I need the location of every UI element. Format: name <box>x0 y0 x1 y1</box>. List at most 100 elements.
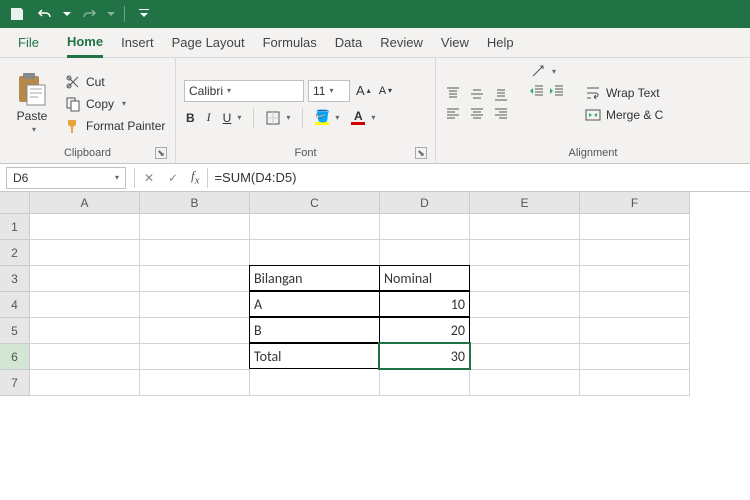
cell[interactable] <box>470 370 580 396</box>
clipboard-launcher-icon[interactable]: ⬊ <box>155 147 167 159</box>
font-color-button[interactable]: A▾ <box>349 109 377 126</box>
cell[interactable] <box>380 240 470 266</box>
align-right-icon[interactable] <box>492 105 510 123</box>
borders-button[interactable]: ▾ <box>264 110 292 126</box>
cell[interactable]: B <box>249 317 380 343</box>
cell[interactable] <box>30 318 140 344</box>
orientation-button[interactable]: ▾ <box>528 62 566 80</box>
align-center-icon[interactable] <box>468 105 486 123</box>
cell[interactable]: Nominal <box>379 265 470 291</box>
tab-formulas[interactable]: Formulas <box>263 31 317 54</box>
font-launcher-icon[interactable]: ⬊ <box>415 147 427 159</box>
cell[interactable] <box>140 240 250 266</box>
merge-center-button[interactable]: Merge & C <box>584 106 663 124</box>
cell[interactable] <box>30 370 140 396</box>
increase-indent-icon[interactable] <box>548 82 566 100</box>
fill-color-button[interactable]: 🪣▾ <box>313 109 341 126</box>
tab-view[interactable]: View <box>441 31 469 54</box>
enter-formula-icon[interactable]: ✓ <box>161 171 185 185</box>
cell[interactable] <box>580 292 690 318</box>
cell[interactable] <box>140 344 250 370</box>
bold-button[interactable]: B <box>184 110 197 126</box>
italic-button[interactable]: I <box>205 109 213 126</box>
save-icon[interactable] <box>6 3 28 25</box>
undo-dropdown-icon[interactable] <box>62 3 72 25</box>
decrease-font-icon[interactable]: A▾ <box>377 84 394 98</box>
cell[interactable]: Bilangan <box>249 265 380 291</box>
align-left-icon[interactable] <box>444 105 462 123</box>
qat-customize-icon[interactable] <box>133 3 155 25</box>
tab-home[interactable]: Home <box>67 30 103 58</box>
underline-button[interactable]: U▾ <box>221 110 244 126</box>
cell[interactable] <box>30 240 140 266</box>
spreadsheet-grid[interactable]: A B C D E F 1 2 3 BilanganNominal 4 A10 … <box>0 192 750 396</box>
cell[interactable] <box>580 370 690 396</box>
cancel-formula-icon[interactable]: ✕ <box>137 171 161 185</box>
cut-button[interactable]: Cut <box>64 73 165 91</box>
col-header[interactable]: E <box>470 192 580 214</box>
cell[interactable] <box>470 292 580 318</box>
wrap-text-button[interactable]: Wrap Text <box>584 84 663 102</box>
increase-font-icon[interactable]: A▴ <box>354 82 373 99</box>
tab-data[interactable]: Data <box>335 31 362 54</box>
formula-input[interactable]: =SUM(D4:D5) <box>210 170 750 185</box>
cell[interactable] <box>30 344 140 370</box>
copy-button[interactable]: Copy ▾ <box>64 95 165 113</box>
font-name-combo[interactable]: Calibri▾ <box>184 80 304 102</box>
row-header[interactable]: 1 <box>0 214 30 240</box>
cell[interactable] <box>580 344 690 370</box>
tab-help[interactable]: Help <box>487 31 514 54</box>
undo-button[interactable] <box>34 3 56 25</box>
cell[interactable] <box>470 344 580 370</box>
cell[interactable]: 20 <box>379 317 470 343</box>
cell[interactable] <box>30 266 140 292</box>
decrease-indent-icon[interactable] <box>528 82 546 100</box>
col-header[interactable]: D <box>380 192 470 214</box>
cell[interactable] <box>470 214 580 240</box>
cell[interactable] <box>580 240 690 266</box>
format-painter-button[interactable]: Format Painter <box>64 117 165 135</box>
cell-selected[interactable]: 30 <box>379 343 470 369</box>
align-bottom-icon[interactable] <box>492 85 510 103</box>
row-header[interactable]: 5 <box>0 318 30 344</box>
cell[interactable] <box>470 240 580 266</box>
cell[interactable] <box>140 266 250 292</box>
col-header[interactable]: C <box>250 192 380 214</box>
select-all-corner[interactable] <box>0 192 30 214</box>
tab-review[interactable]: Review <box>380 31 423 54</box>
row-header[interactable]: 6 <box>0 344 30 370</box>
cell[interactable]: 10 <box>379 291 470 317</box>
cell[interactable] <box>140 292 250 318</box>
col-header[interactable]: F <box>580 192 690 214</box>
paste-button[interactable]: Paste ▾ <box>8 62 56 145</box>
cell[interactable] <box>470 266 580 292</box>
cell[interactable] <box>250 214 380 240</box>
col-header[interactable]: A <box>30 192 140 214</box>
name-box[interactable]: D6▾ <box>6 167 126 189</box>
cell[interactable] <box>140 370 250 396</box>
cell[interactable] <box>580 266 690 292</box>
align-top-icon[interactable] <box>444 85 462 103</box>
cell[interactable] <box>30 292 140 318</box>
tab-insert[interactable]: Insert <box>121 31 154 54</box>
row-header[interactable]: 7 <box>0 370 30 396</box>
row-header[interactable]: 2 <box>0 240 30 266</box>
row-header[interactable]: 4 <box>0 292 30 318</box>
cell[interactable] <box>140 214 250 240</box>
cell[interactable] <box>580 318 690 344</box>
cell[interactable] <box>580 214 690 240</box>
cell[interactable] <box>470 318 580 344</box>
tab-page-layout[interactable]: Page Layout <box>172 31 245 54</box>
cell[interactable] <box>250 240 380 266</box>
row-header[interactable]: 3 <box>0 266 30 292</box>
font-size-combo[interactable]: 11▾ <box>308 80 350 102</box>
redo-dropdown-icon[interactable] <box>106 3 116 25</box>
tab-file[interactable]: File <box>8 31 49 54</box>
col-header[interactable]: B <box>140 192 250 214</box>
redo-button[interactable] <box>78 3 100 25</box>
cell[interactable]: Total <box>249 343 380 369</box>
cell[interactable] <box>380 214 470 240</box>
cell[interactable] <box>30 214 140 240</box>
cell[interactable]: A <box>249 291 380 317</box>
cell[interactable] <box>250 370 380 396</box>
